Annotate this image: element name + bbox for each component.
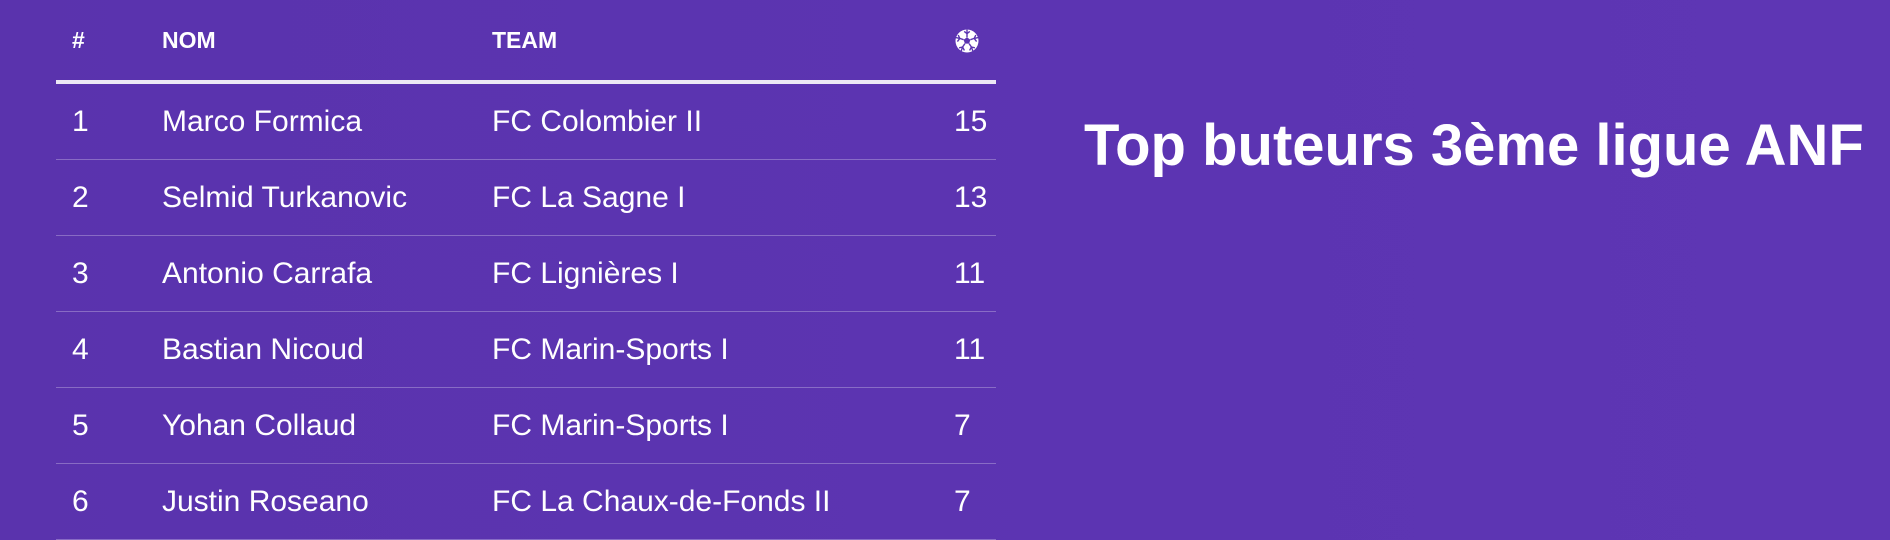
cell-rank: 3 [56,235,162,312]
cell-goals: 7 [954,387,996,464]
table-header: # NOM TEAM [56,0,996,84]
table-body: 1 Marco Formica FC Colombier II 15 2 Sel… [56,82,996,540]
cell-name: Yohan Collaud [162,387,492,464]
page-title: Top buteurs 3ème ligue ANF [1084,113,1864,178]
table-row: 3 Antonio Carrafa FC Lignières I 11 [56,235,996,312]
cell-team: FC Marin-Sports I [492,387,954,464]
cell-goals: 15 [954,82,996,160]
table-row: 2 Selmid Turkanovic FC La Sagne I 13 [56,159,996,236]
cell-name: Selmid Turkanovic [162,159,492,236]
scorers-table: # NOM TEAM 1 Marco Formica FC Colombier … [56,0,996,540]
cell-team: FC La Sagne I [492,159,954,236]
cell-team: FC Colombier II [492,82,954,160]
cell-name: Marco Formica [162,82,492,160]
table-header-row: # NOM TEAM [56,0,996,84]
column-header-goals [954,0,996,84]
cell-team: FC Marin-Sports I [492,311,954,388]
column-header-team: TEAM [492,0,954,84]
cell-name: Bastian Nicoud [162,311,492,388]
cell-name: Justin Roseano [162,463,492,540]
column-header-rank: # [56,0,162,84]
cell-rank: 6 [56,463,162,540]
cell-team: FC Lignières I [492,235,954,312]
cell-rank: 4 [56,311,162,388]
cell-goals: 11 [954,235,996,312]
column-header-name: NOM [162,0,492,84]
cell-team: FC La Chaux-de-Fonds II [492,463,954,540]
cell-goals: 11 [954,311,996,388]
cell-goals: 13 [954,159,996,236]
cell-goals: 7 [954,463,996,540]
cell-rank: 1 [56,82,162,160]
table-row: 5 Yohan Collaud FC Marin-Sports I 7 [56,387,996,464]
soccer-ball-icon [955,29,979,53]
cell-name: Antonio Carrafa [162,235,492,312]
page: # NOM TEAM 1 Marco Formica FC Colombier … [0,0,1890,540]
table-row: 4 Bastian Nicoud FC Marin-Sports I 11 [56,311,996,388]
cell-rank: 5 [56,387,162,464]
cell-rank: 2 [56,159,162,236]
table-row: 1 Marco Formica FC Colombier II 15 [56,82,996,160]
table-row: 6 Justin Roseano FC La Chaux-de-Fonds II… [56,463,996,540]
